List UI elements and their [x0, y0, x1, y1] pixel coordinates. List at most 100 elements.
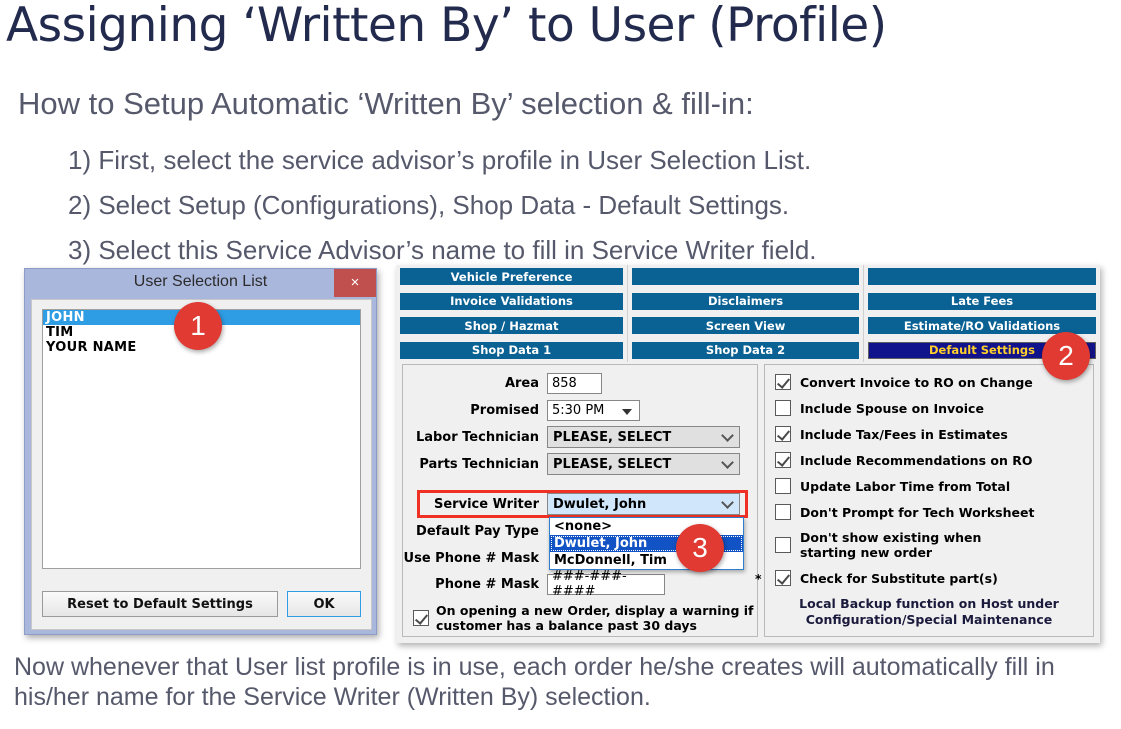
use-phone-mask-label: Use Phone # Mask — [403, 550, 539, 566]
tab-shop-hazmat[interactable]: Shop / Hazmat — [400, 317, 623, 335]
option-check-for-substitute-parts: Check for Substitute part(s) — [775, 570, 1093, 586]
option-label: Don't show existing when starting new or… — [800, 530, 982, 560]
option-include-spouse-on-invoice: Include Spouse on Invoice — [775, 400, 1093, 416]
phone-mask-input[interactable]: ###-###-#### — [547, 569, 665, 599]
tab-label: Shop Data 1 — [471, 343, 552, 358]
tab-blank-top-middle — [632, 268, 859, 285]
option-checkbox[interactable] — [775, 400, 791, 416]
parts-technician-select[interactable]: PLEASE, SELECT — [547, 453, 740, 475]
tab-label: Late Fees — [950, 294, 1014, 309]
option-checkbox[interactable] — [775, 452, 791, 468]
option-dont-prompt-for-tech-worksheet: Don't Prompt for Tech Worksheet — [775, 504, 1093, 520]
labor-technician-select[interactable]: PLEASE, SELECT — [547, 426, 740, 448]
row-labor-technician: Labor Technician PLEASE, SELECT — [403, 425, 757, 449]
service-writer-value: Dwulet, John — [553, 496, 647, 512]
dialog-title: User Selection List — [133, 273, 268, 290]
tab-screen-view[interactable]: Screen View — [632, 317, 859, 335]
area-label: Area — [504, 375, 539, 391]
option-label: Don't Prompt for Tech Worksheet — [800, 504, 1035, 520]
ok-button[interactable]: OK — [287, 591, 361, 617]
option-convert-invoice-to-ro: Convert Invoice to RO on Change — [775, 374, 1093, 390]
phone-mask-label: Phone # Mask — [435, 576, 539, 592]
tab-column-2: Disclaimers Screen View Shop Data 2 — [628, 265, 864, 362]
option-update-labor-time-from-total: Update Labor Time from Total — [775, 478, 1093, 494]
tab-shop-data-1[interactable]: Shop Data 1 — [400, 341, 623, 359]
option-checkbox[interactable] — [775, 570, 791, 586]
settings-body: Area 858 Promised 5:30 PM Labor Technici… — [402, 364, 1094, 637]
row-phone-mask: Phone # Mask ###-###-#### — [403, 569, 757, 599]
row-service-writer: Service Writer Dwulet, John — [403, 492, 757, 516]
form-panel: Area 858 Promised 5:30 PM Labor Technici… — [402, 364, 837, 637]
callout-badge-2: 2 — [1042, 332, 1090, 380]
close-icon[interactable]: × — [334, 269, 376, 297]
tab-label: Shop Data 2 — [705, 343, 786, 358]
tab-label: Estimate/RO Validations — [903, 318, 1061, 333]
dialog-button-bar: Reset to Default Settings OK — [42, 591, 361, 617]
tab-vehicle-preference[interactable]: Vehicle Preference — [400, 268, 623, 285]
tab-label: Vehicle Preference — [450, 269, 573, 284]
step-line-2: 2) Select Setup (Configurations), Shop D… — [68, 190, 790, 220]
step-line-3: 3) Select this Service Advisor’s name to… — [68, 235, 817, 265]
options-panel: Convert Invoice to RO on Change Include … — [764, 364, 1094, 637]
tab-disclaimers[interactable]: Disclaimers — [632, 292, 859, 310]
labor-technician-value: PLEASE, SELECT — [553, 429, 672, 445]
tab-label: Screen View — [705, 318, 786, 333]
step-line-1: 1) First, select the service advisor’s p… — [68, 145, 812, 175]
option-label: Update Labor Time from Total — [800, 478, 1011, 494]
default-pay-type-label: Default Pay Type — [416, 523, 539, 539]
service-writer-label: Service Writer — [434, 496, 539, 512]
option-include-tax-fees-in-estimates: Include Tax/Fees in Estimates — [775, 426, 1093, 442]
tab-column-1: Vehicle Preference Invoice Validations S… — [396, 265, 628, 362]
service-writer-select[interactable]: Dwulet, John — [547, 493, 740, 515]
option-checkbox[interactable] — [775, 504, 791, 520]
page-title: Assigning ‘Written By’ to User (Profile) — [6, 0, 887, 53]
promised-label: Promised — [470, 402, 539, 418]
local-backup-line-1: Local Backup function on Host under — [799, 596, 1059, 611]
chevron-down-icon — [721, 429, 734, 442]
footer-note: Now whenever that User list profile is i… — [14, 653, 1055, 711]
option-label: Convert Invoice to RO on Change — [800, 374, 1033, 390]
tab-shop-data-2[interactable]: Shop Data 2 — [632, 341, 859, 359]
tab-label: Disclaimers — [707, 294, 784, 309]
option-label: Check for Substitute part(s) — [800, 570, 998, 586]
subtitle: How to Setup Automatic ‘Written By’ sele… — [18, 86, 754, 121]
configuration-screen: Vehicle Preference Invoice Validations S… — [396, 265, 1100, 643]
callout-badge-1: 1 — [174, 302, 222, 350]
local-backup-line-2: Configuration/Special Maintenance — [805, 612, 1053, 627]
new-order-warning-row: On opening a new Order, display a warnin… — [413, 603, 753, 633]
row-area: Area 858 — [403, 371, 757, 395]
tab-invoice-validations[interactable]: Invoice Validations — [400, 292, 623, 310]
tab-late-fees[interactable]: Late Fees — [868, 292, 1096, 310]
parts-technician-label: Parts Technician — [419, 456, 539, 472]
dialog-titlebar: User Selection List × — [25, 269, 376, 299]
option-checkbox[interactable] — [775, 537, 791, 553]
reset-to-default-settings-button[interactable]: Reset to Default Settings — [42, 591, 278, 617]
chevron-down-icon — [721, 496, 734, 509]
option-dont-show-existing-when-starting-new-order: Don't show existing when starting new or… — [775, 530, 1093, 560]
row-promised: Promised 5:30 PM — [403, 398, 757, 422]
promised-value: 5:30 PM — [552, 402, 605, 418]
option-checkbox[interactable] — [775, 374, 791, 390]
option-include-recommendations-on-ro: Include Recommendations on RO — [775, 452, 1093, 468]
area-input[interactable]: 858 — [547, 372, 602, 394]
new-order-warning-label: On opening a new Order, display a warnin… — [436, 603, 753, 633]
row-parts-technician: Parts Technician PLEASE, SELECT — [403, 452, 757, 476]
chevron-down-icon — [721, 456, 734, 469]
tab-grid: Vehicle Preference Invoice Validations S… — [396, 265, 1100, 362]
option-checkbox[interactable] — [775, 426, 791, 442]
option-label: Include Recommendations on RO — [800, 452, 1033, 468]
tab-label: Invoice Validations — [450, 294, 573, 309]
tab-label: Default Settings — [928, 343, 1036, 358]
local-backup-note: Local Backup function on Host under Conf… — [779, 596, 1079, 628]
labor-technician-label: Labor Technician — [415, 429, 539, 445]
option-checkbox[interactable] — [775, 478, 791, 494]
promised-time-select[interactable]: 5:30 PM — [547, 399, 640, 421]
new-order-warning-checkbox[interactable] — [413, 610, 429, 626]
callout-badge-3: 3 — [676, 524, 724, 572]
option-label: Include Tax/Fees in Estimates — [800, 426, 1008, 442]
warning-line-2: customer has a balance past 30 days — [436, 618, 697, 633]
tab-label: Shop / Hazmat — [464, 318, 559, 333]
chevron-down-icon — [622, 408, 632, 415]
parts-technician-value: PLEASE, SELECT — [553, 456, 672, 472]
warning-line-1: On opening a new Order, display a warnin… — [436, 603, 754, 618]
